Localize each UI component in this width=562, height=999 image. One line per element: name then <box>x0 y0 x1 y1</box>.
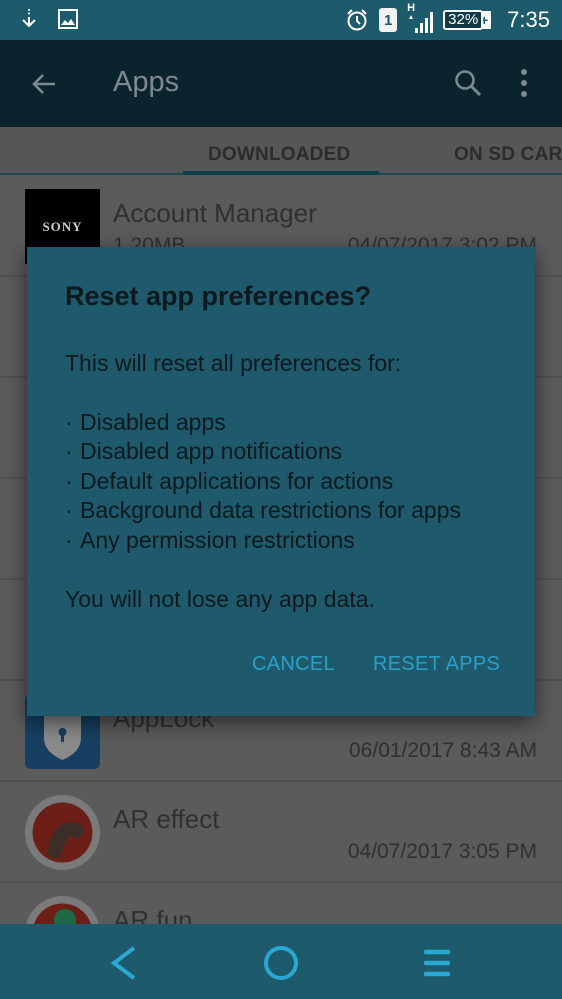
reset-item: Disabled app notifications <box>65 437 461 467</box>
reset-item: Any permission restrictions <box>65 526 461 556</box>
tab-on-sd-card[interactable]: ON SD CARD <box>454 144 562 166</box>
status-bar: 1 H 32% + 7:35 <box>0 0 562 40</box>
app-name: AR effect <box>113 804 220 834</box>
dialog-message: This will reset all preferences for: Dis… <box>65 349 461 614</box>
nav-home-icon[interactable] <box>260 942 302 984</box>
alarm-icon <box>347 9 367 31</box>
dinosaur-icon <box>25 795 100 870</box>
list-item-ar-fun[interactable]: AR fun <box>0 883 562 924</box>
download-icon <box>22 9 36 28</box>
navigation-bar <box>0 924 562 999</box>
app-bar: Apps <box>0 40 562 127</box>
cancel-button[interactable]: CANCEL <box>252 653 335 676</box>
sim-slot-number: 1 <box>383 11 393 29</box>
tab-bar: DOWNLOADED ON SD CARD <box>0 127 562 175</box>
ar-fun-icon <box>25 896 100 924</box>
signal-icon: H <box>407 2 434 34</box>
tab-downloaded[interactable]: DOWNLOADED <box>208 144 350 166</box>
sony-logo-text: SONY <box>42 218 83 234</box>
dialog-intro: This will reset all preferences for: <box>65 350 402 376</box>
app-date: 06/01/2017 8:43 AM <box>349 739 537 762</box>
reset-preferences-dialog: Reset app preferences? This will reset a… <box>27 247 535 716</box>
reset-item: Disabled apps <box>65 408 461 438</box>
reset-apps-button[interactable]: RESET APPS <box>373 653 500 676</box>
reset-items-list: Disabled apps Disabled app notifications… <box>65 408 461 556</box>
clock: 7:35 <box>507 7 550 32</box>
dialog-title: Reset app preferences? <box>65 281 372 311</box>
app-name: Account Manager <box>113 198 317 228</box>
reset-item: Background data restrictions for apps <box>65 496 461 526</box>
nav-back-icon[interactable] <box>104 942 146 984</box>
page-title: Apps <box>113 66 180 98</box>
image-icon <box>58 9 78 29</box>
more-vert-icon[interactable] <box>510 67 538 99</box>
arrow-left-icon[interactable] <box>28 68 60 100</box>
screen: 1 H 32% + 7:35 Apps DOWNLOADED ON SD CAR… <box>0 0 562 999</box>
list-item-ar-effect[interactable]: AR effect 04/07/2017 3:05 PM <box>0 782 562 883</box>
nav-menu-icon[interactable] <box>416 942 458 984</box>
search-icon[interactable] <box>452 67 484 99</box>
battery-percent: 32% <box>448 11 479 28</box>
tab-selected-indicator <box>183 171 379 175</box>
sim-icon: 1 <box>379 8 398 32</box>
battery-icon: 32% <box>443 10 484 30</box>
app-date: 04/07/2017 3:05 PM <box>347 840 537 863</box>
dialog-footer-note: You will not lose any app data. <box>65 585 375 612</box>
app-name: AR fun <box>113 905 193 924</box>
reset-item: Default applications for actions <box>65 467 461 497</box>
